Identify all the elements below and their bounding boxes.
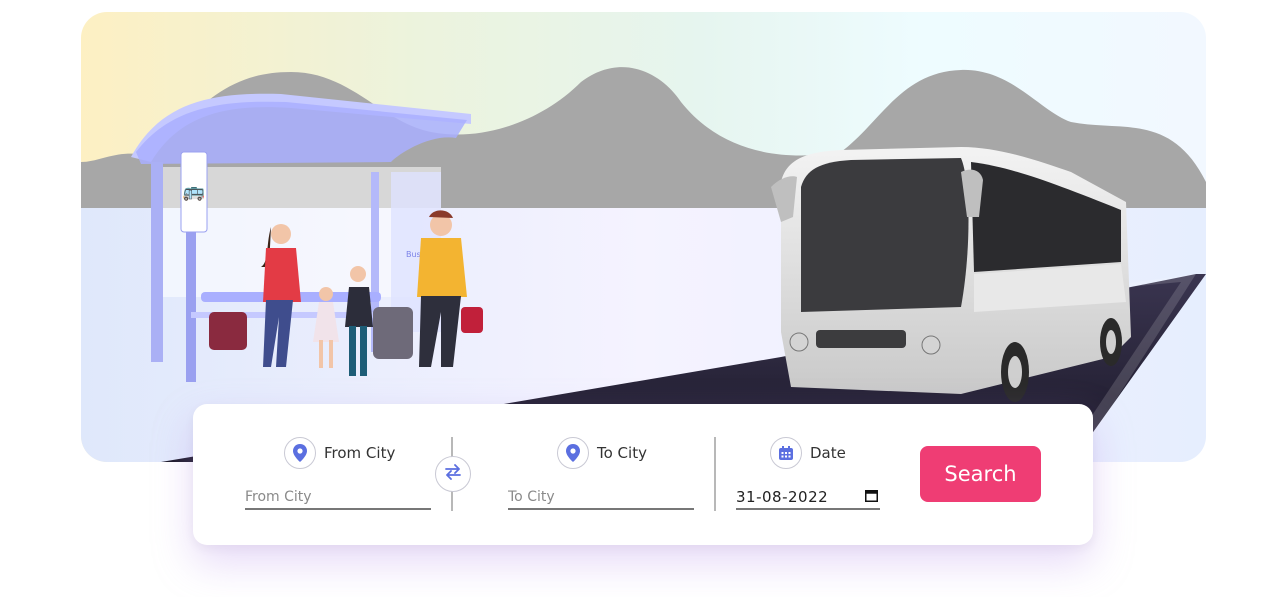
to-city-input[interactable] [508,486,694,510]
date-field: Date 31-08-2022 [736,404,886,545]
coach-bus [771,147,1131,402]
location-pin-icon [557,437,589,469]
date-input[interactable]: 31-08-2022 [736,486,880,510]
from-city-header: From City [284,437,395,469]
calendar-picker-icon[interactable] [865,489,878,506]
hero-illustration: 🚌 Bus Stop [81,12,1206,462]
date-header: Date [770,437,846,469]
date-label: Date [810,444,846,462]
divider-to-date [714,437,716,511]
swap-cities-button[interactable] [435,456,471,492]
from-city-label: From City [324,444,396,462]
to-city-field: To City [508,404,698,545]
bus-stop-scene: 🚌 Bus Stop [81,67,1206,462]
svg-text:🚌: 🚌 [183,181,205,202]
search-button[interactable]: Search [920,446,1041,502]
swap-arrows-icon [444,464,462,484]
bus-search-form: From City To City Date 31-08-2022 [193,404,1093,545]
location-pin-icon [284,437,316,469]
from-city-input[interactable] [245,486,431,510]
date-value: 31-08-2022 [736,488,829,506]
from-city-field: From City [245,404,435,545]
to-city-header: To City [557,437,647,469]
calendar-icon [770,437,802,469]
to-city-label: To City [597,444,647,462]
